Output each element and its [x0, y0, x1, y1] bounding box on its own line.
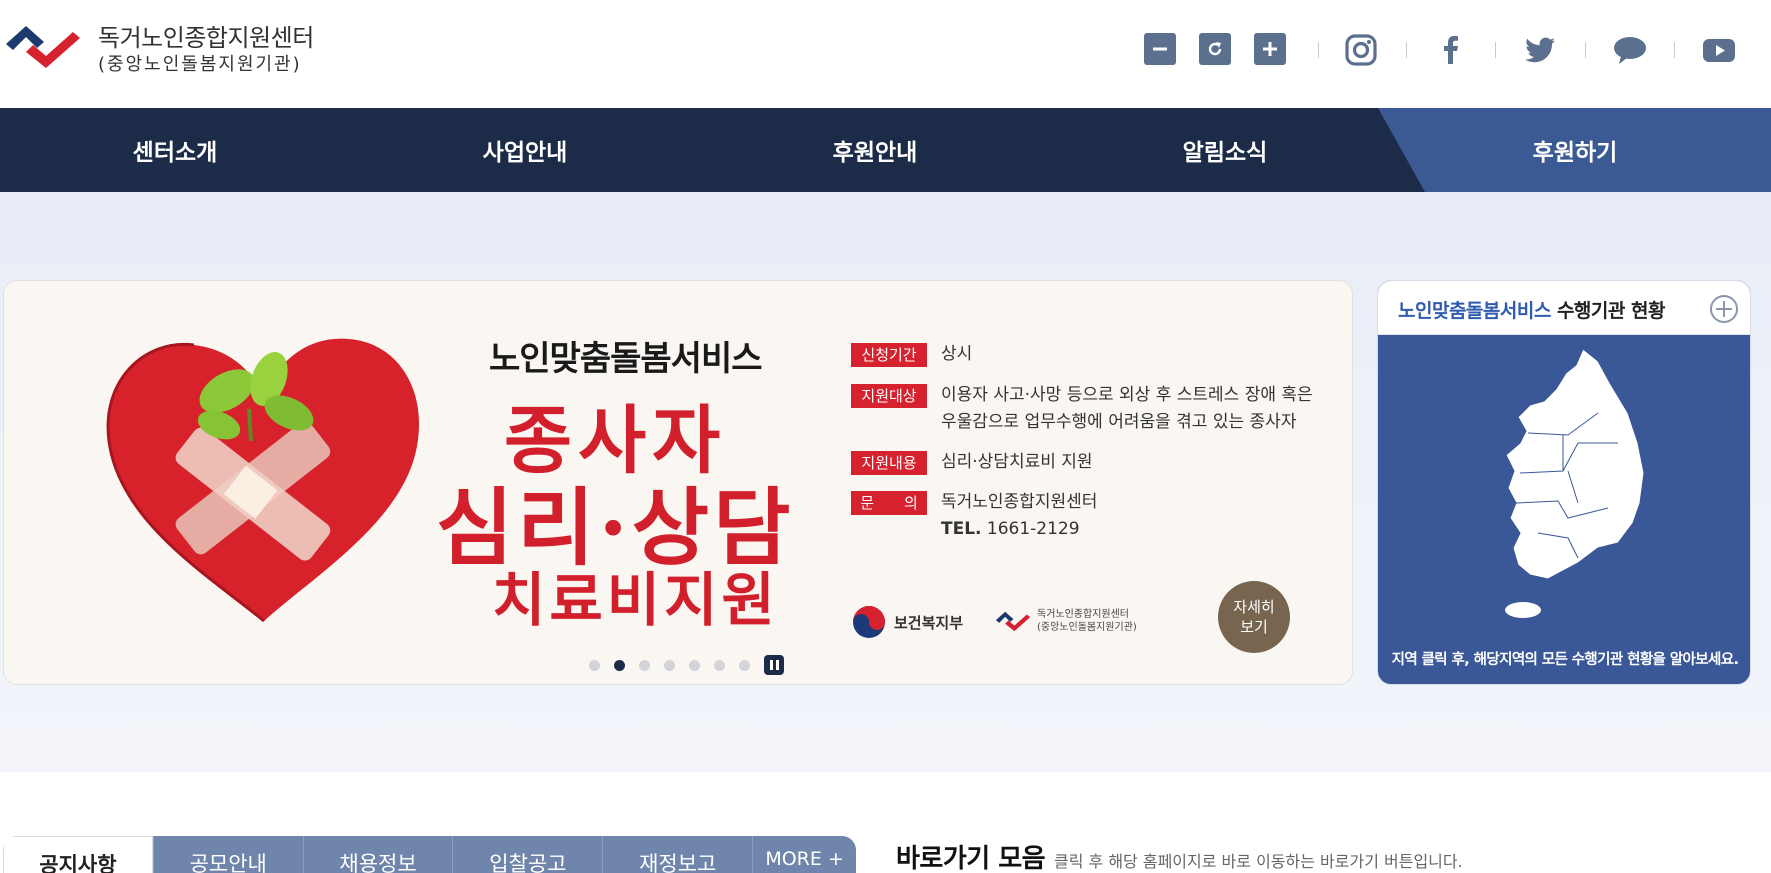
kakao-link[interactable]	[1610, 30, 1650, 70]
banner-slogan-line3: 치료비지원	[492, 566, 779, 634]
pause-button[interactable]	[764, 655, 784, 675]
tab-bidding[interactable]: 입찰공고	[452, 836, 603, 873]
tab-more-button[interactable]: MORE +	[752, 836, 856, 873]
detail-line2: 보기	[1240, 618, 1268, 636]
info-text: 독거노인종합지원센터	[941, 492, 1098, 512]
info-text: 우울감으로 업무수행에 어려움을 겪고 있는 종사자	[941, 412, 1297, 432]
zoom-out-button[interactable]	[1144, 33, 1176, 65]
site-header: 독거노인종합지원센터 (중앙노인돌봄지원기관)	[0, 0, 1771, 108]
center-logo-line2: (중앙노인돌봄지원기관)	[1037, 622, 1137, 633]
heart-bandage-image	[106, 338, 420, 623]
nav-item-news[interactable]: 알림소식	[1050, 108, 1400, 192]
site-logo[interactable]	[4, 20, 82, 72]
map-caption: 지역 클릭 후, 해당지역의 모든 수행기관 현황을 알아보세요.	[1391, 652, 1739, 668]
banner-info-target: 지원대상 이용자 사고·사망 등으로 외상 후 스트레스 장애 혹은 우울감으로…	[851, 384, 1313, 436]
tel-number: 1661-2129	[986, 519, 1080, 539]
zoom-in-button[interactable]	[1254, 33, 1286, 65]
refresh-icon	[1208, 42, 1222, 56]
tab-finance[interactable]: 재정보고	[602, 836, 753, 873]
center-logo-line1: 독거노인종합지원센터	[1037, 609, 1129, 620]
info-text-block: 독거노인종합지원센터 TEL. 1661-2129	[941, 489, 1097, 543]
divider	[1406, 42, 1407, 58]
info-text: 심리·상담치료비 지원	[941, 452, 1093, 472]
shortcut-title: 바로가기 모음	[896, 844, 1046, 873]
minus-icon	[1153, 47, 1167, 51]
divider	[1674, 42, 1675, 58]
tab-contest[interactable]: 공모안내	[152, 836, 303, 873]
main-banner-slide[interactable]: 노인맞춤돌봄서비스 종사자 심리·상담 치료비지원 신청기간 상시 지원대상 이…	[3, 280, 1353, 685]
ministry-name: 보건복지부	[894, 613, 964, 632]
shortcut-description: 클릭 후 해당 홈페이지로 바로 이동하는 바로가기 버튼입니다.	[1054, 852, 1463, 871]
zoom-reset-button[interactable]	[1199, 33, 1231, 65]
facebook-icon	[1444, 36, 1458, 64]
info-text: 이용자 사고·사망 등으로 외상 후 스트레스 장애 혹은	[941, 385, 1313, 405]
plus-icon	[1716, 301, 1732, 317]
instagram-link[interactable]	[1341, 30, 1381, 70]
info-text: 상시	[941, 344, 973, 364]
site-subtitle: (중앙노인돌봄지원기관)	[98, 54, 302, 75]
banner-detail-button[interactable]: 자세히 보기	[1218, 581, 1290, 653]
map-title-highlight: 노인맞춤돌봄서비스	[1398, 300, 1551, 322]
banner-info-period: 신청기간 상시	[851, 343, 972, 368]
center-logo: 독거노인종합지원센터 (중앙노인돌봄지원기관)	[995, 608, 1137, 634]
info-tel: TEL. 1661-2129	[941, 516, 1097, 543]
tab-notice[interactable]: 공지사항	[3, 836, 153, 873]
twitter-link[interactable]	[1520, 30, 1560, 70]
slide-dot-3[interactable]	[639, 659, 650, 671]
map-more-button[interactable]	[1710, 295, 1738, 323]
nav-item-sponsor-info[interactable]: 후원안내	[700, 108, 1050, 192]
slide-dot-5[interactable]	[689, 659, 700, 671]
korea-map[interactable]	[1468, 343, 1668, 633]
map-title-rest: 수행기관 현황	[1550, 300, 1666, 322]
divider	[1585, 42, 1586, 58]
banner-info-contact: 문 의 독거노인종합지원센터 TEL. 1661-2129	[851, 491, 1097, 543]
info-tag: 지원내용	[851, 451, 927, 475]
youtube-icon	[1703, 39, 1735, 62]
banner-slogan-top: 노인맞춤돌봄서비스	[489, 339, 763, 379]
slide-dot-7[interactable]	[739, 659, 750, 671]
tel-label: TEL.	[941, 519, 982, 539]
taegeuk-icon	[853, 606, 885, 638]
slide-dot-1[interactable]	[589, 659, 600, 671]
tab-jobs[interactable]: 채용정보	[302, 836, 453, 873]
nav-item-business[interactable]: 사업안내	[350, 108, 700, 192]
plus-icon	[1263, 42, 1277, 56]
detail-line1: 자세히	[1233, 598, 1275, 616]
info-tag: 지원대상	[851, 384, 927, 408]
slide-dot-4[interactable]	[664, 659, 675, 671]
map-box-header: 노인맞춤돌봄서비스 수행기관 현황	[1378, 281, 1750, 335]
youtube-link[interactable]	[1699, 30, 1739, 70]
info-text-block: 이용자 사고·사망 등으로 외상 후 스트레스 장애 혹은 우울감으로 업무수행…	[941, 382, 1313, 436]
twitter-icon	[1525, 37, 1555, 63]
info-tag: 신청기간	[851, 343, 927, 367]
instagram-icon	[1345, 34, 1377, 66]
info-tag: 문 의	[851, 491, 927, 515]
center-logo-text: 독거노인종합지원센터 (중앙노인돌봄지원기관)	[1037, 608, 1137, 634]
site-title[interactable]: 독거노인종합지원센터	[98, 18, 314, 53]
map-box-title: 노인맞춤돌봄서비스 수행기관 현황	[1398, 296, 1665, 323]
notice-tabs: 공지사항 공모안내 채용정보 입찰공고 재정보고 MORE +	[3, 836, 856, 873]
divider	[1318, 42, 1319, 58]
nav-item-about[interactable]: 센터소개	[0, 108, 350, 192]
slide-pagination	[589, 655, 784, 675]
ministry-logo: 보건복지부	[852, 605, 963, 639]
nav-item-donate[interactable]: 후원하기	[1425, 108, 1725, 192]
center-logo-icon	[995, 611, 1031, 632]
slide-dot-2[interactable]	[614, 659, 625, 671]
chat-icon	[1614, 37, 1646, 64]
institution-map-box: 노인맞춤돌봄서비스 수행기관 현황 지역 클릭 후, 해당지역의 모든 수행기관…	[1377, 280, 1751, 685]
main-nav: 센터소개 사업안내 후원안내 알림소식 후원하기	[0, 108, 1771, 192]
banner-info-content: 지원내용 심리·상담치료비 지원	[851, 451, 1093, 476]
slide-dot-6[interactable]	[714, 659, 725, 671]
divider	[1495, 42, 1496, 58]
facebook-link[interactable]	[1431, 30, 1471, 70]
